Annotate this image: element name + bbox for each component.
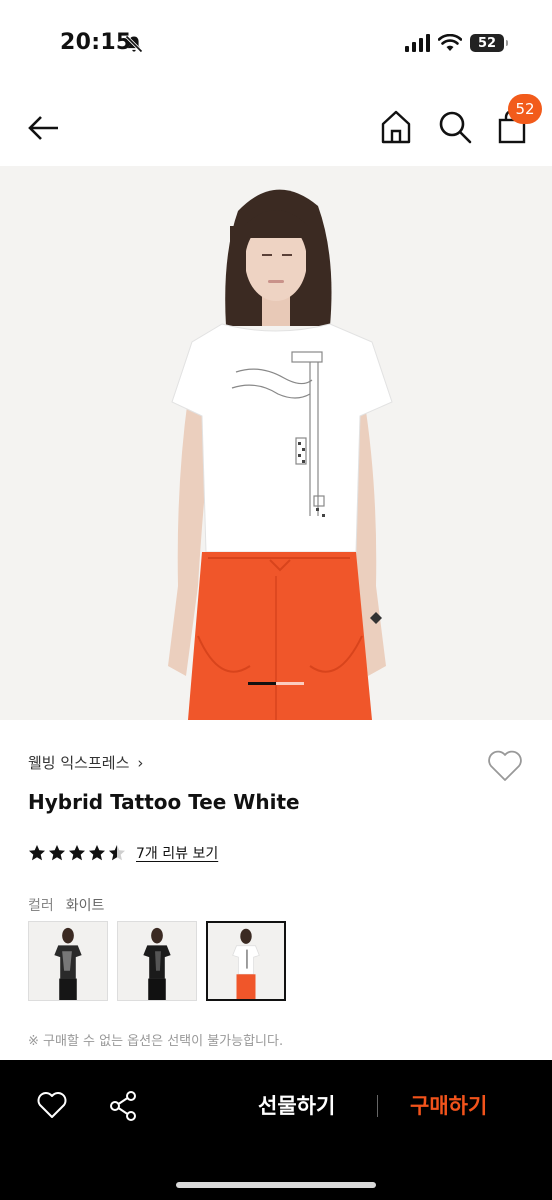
- home-icon[interactable]: [378, 108, 414, 146]
- brand-name: 웰빙 익스프레스: [28, 754, 130, 772]
- battery-indicator: 52: [470, 34, 508, 52]
- buy-button[interactable]: 구매하기: [410, 1090, 487, 1120]
- rating-row: 7개 리뷰 보기: [28, 843, 218, 863]
- color-thumbnail-2[interactable]: [117, 921, 197, 1001]
- option-notice: ※ 구매할 수 없는 옵션은 선택이 불가능합니다.: [28, 1034, 284, 1049]
- star-icon: [29, 845, 45, 861]
- thumbnail-image: [118, 922, 196, 1000]
- brand-link[interactable]: 웰빙 익스프레스 ›: [28, 752, 143, 773]
- color-label: 컬러: [28, 898, 54, 914]
- model-photo: [0, 166, 552, 720]
- share-icon[interactable]: [108, 1090, 138, 1122]
- status-indicators: 52: [405, 34, 508, 52]
- status-time: 20:15: [60, 30, 132, 55]
- color-thumbnails: [28, 921, 286, 1001]
- cellular-signal-icon: [405, 34, 430, 52]
- heart-icon[interactable]: [486, 748, 524, 784]
- home-indicator[interactable]: [176, 1182, 376, 1188]
- color-thumbnail-3[interactable]: [206, 921, 286, 1001]
- bell-off-icon: [125, 35, 143, 53]
- star-icon: [49, 845, 65, 861]
- arrow-left-icon[interactable]: [26, 110, 62, 146]
- top-nav: [0, 90, 552, 166]
- search-icon[interactable]: [436, 108, 474, 146]
- color-thumbnail-1[interactable]: [28, 921, 108, 1001]
- heart-icon[interactable]: [36, 1090, 68, 1120]
- product-image[interactable]: [0, 166, 552, 720]
- status-bar: 20:15 52: [0, 0, 552, 90]
- divider: [377, 1095, 378, 1117]
- image-page-indicator: [248, 682, 304, 685]
- wifi-icon: [438, 34, 462, 51]
- color-value: 화이트: [65, 898, 105, 914]
- star-icon: [109, 845, 125, 861]
- color-option-label: 컬러 화이트: [28, 895, 104, 915]
- bottom-action-bar: 선물하기 구매하기: [0, 1060, 552, 1200]
- star-rating: [28, 844, 126, 862]
- thumbnail-image: [29, 922, 107, 1000]
- gift-button[interactable]: 선물하기: [258, 1090, 335, 1120]
- review-link[interactable]: 7개 리뷰 보기: [136, 843, 218, 863]
- thumbnail-image: [208, 923, 284, 999]
- star-icon: [89, 845, 105, 861]
- product-title: Hybrid Tattoo Tee White: [28, 790, 300, 814]
- star-icon: [69, 845, 85, 861]
- chevron-right-icon: ›: [137, 753, 144, 772]
- cart-count-badge: 52: [508, 94, 542, 124]
